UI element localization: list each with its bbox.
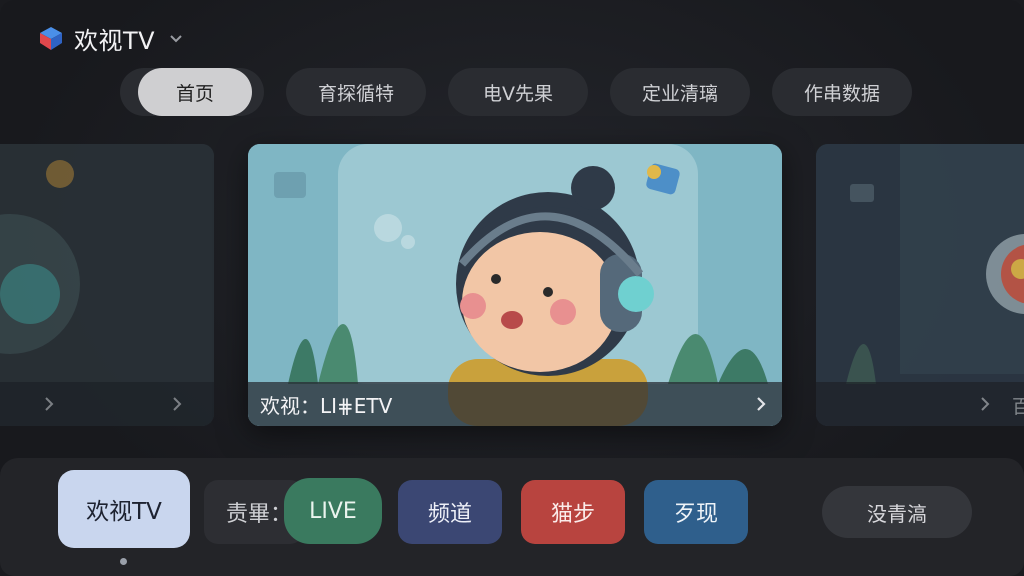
chevron-right-icon[interactable] <box>752 395 770 413</box>
dock-live-button[interactable]: LIVE <box>284 478 382 544</box>
card-title-fragment: 百 <box>1012 396 1024 418</box>
tab-4[interactable]: 定业清璃 <box>610 68 750 116</box>
chevron-right-icon <box>45 397 54 411</box>
featured-caption: 欢视：LI⋕ETV <box>248 382 782 426</box>
app-logo-icon <box>40 27 62 50</box>
tab-3[interactable]: 电V先果 <box>448 68 588 116</box>
category-tabs: 首页 育探循特 电V先果 定业清璃 作串数据 <box>120 68 912 116</box>
chevron-right-icon <box>173 397 182 411</box>
featured-title: 欢视：LI⋕ETV <box>260 393 393 418</box>
dock-sports-button[interactable]: 猫步 <box>521 480 625 544</box>
card-caption: 百 <box>816 382 1024 426</box>
tv-home-screen: 欢视TV 首页 育探循特 电V先果 定业清璃 作串数据 欢视：LI⋕ETV 百 … <box>0 0 1024 576</box>
carousel-card-featured[interactable]: 欢视：LI⋕ETV <box>248 144 782 426</box>
tab-2[interactable]: 育探循特 <box>286 68 426 116</box>
chevron-right-icon <box>981 397 990 411</box>
chevron-down-icon[interactable] <box>167 29 185 47</box>
bottom-dock: 欢视TV 责畢： LIVE 频道 猫步 歹现 没青滈 <box>0 458 1024 576</box>
dock-discover-button[interactable]: 歹现 <box>644 480 748 544</box>
dock-home-button[interactable]: 欢视TV <box>58 470 190 548</box>
tab-5[interactable]: 作串数据 <box>772 68 912 116</box>
dock-channels-button[interactable]: 频道 <box>398 480 502 544</box>
tab-home-label: 首页 <box>138 68 252 116</box>
brand-header[interactable]: 欢视TV <box>36 20 185 56</box>
active-indicator-dot <box>120 558 127 565</box>
brand-name: 欢视TV <box>74 26 156 55</box>
carousel-card-next[interactable]: 百 <box>816 144 1024 426</box>
tab-home[interactable]: 首页 <box>120 68 264 116</box>
card-caption <box>0 382 214 426</box>
carousel-card-prev[interactable] <box>0 144 214 426</box>
dock-more-button[interactable]: 没青滈 <box>822 486 972 538</box>
